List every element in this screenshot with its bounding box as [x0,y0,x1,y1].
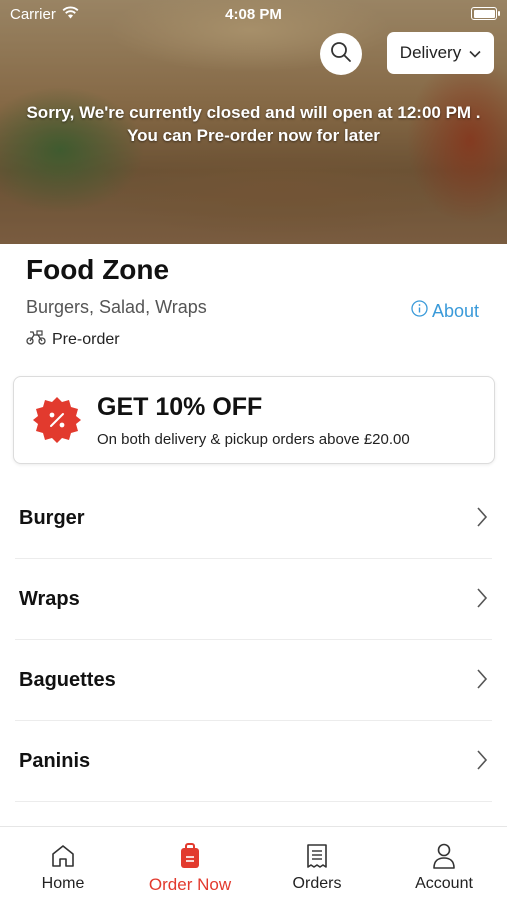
status-bar: Carrier 4:08 PM [0,0,507,28]
category-item-wraps[interactable]: Wraps [15,559,492,640]
about-label: About [432,300,480,321]
category-item-burger[interactable]: Burger [15,478,492,559]
category-item-paninis[interactable]: Paninis [15,721,492,802]
restaurant-name: Food Zone [26,254,170,285]
preorder-info: Pre-order [26,329,120,350]
receipt-icon [305,841,329,871]
offer-card[interactable]: GET 10% OFF On both delivery & pickup or… [13,376,495,464]
hero-banner: Carrier 4:08 PM Delivery Sorry, We're cu… [0,0,507,244]
offer-title: GET 10% OFF [97,393,263,421]
search-icon [330,41,352,68]
user-icon [431,841,457,871]
delivery-dropdown[interactable]: Delivery [387,32,494,74]
chevron-right-icon [476,506,488,533]
chevron-right-icon [476,668,488,695]
scooter-icon [26,329,46,350]
category-label: Baguettes [19,669,116,691]
chevron-right-icon [476,587,488,614]
closed-message-line1: Sorry, We're currently closed and will o… [26,103,481,122]
category-label: Paninis [19,750,91,772]
about-link[interactable]: About [411,300,479,322]
chevron-down-icon [469,43,481,63]
restaurant-cuisines: Burgers, Salad, Wraps [26,297,207,317]
nav-home[interactable]: Home [0,827,126,900]
discount-badge-icon [32,395,82,445]
category-label: Wraps [19,588,80,610]
nav-label: Home [41,875,85,892]
nav-label: Order Now [148,875,232,894]
offer-subtitle: On both delivery & pickup orders above £… [97,431,410,448]
home-icon [50,841,76,871]
battery-icon [471,7,500,20]
category-item-baguettes[interactable]: Baguettes [15,640,492,721]
category-label: Burger [19,507,85,529]
delivery-label: Delivery [399,43,462,62]
bottom-nav: Home Order Now Orders Account [0,826,507,900]
nav-account[interactable]: Account [381,827,507,900]
order-bag-icon [178,841,202,871]
info-icon [411,300,428,322]
preorder-label: Pre-order [52,330,120,348]
app-screen: Carrier 4:08 PM Delivery Sorry, We're cu… [0,0,507,900]
status-time: 4:08 PM [225,6,282,23]
nav-orders[interactable]: Orders [254,827,380,900]
chevron-right-icon [476,749,488,776]
closed-message-line2: You can Pre-order now for later [127,126,380,145]
nav-label: Orders [292,875,342,892]
search-button[interactable] [320,33,362,75]
closed-message: Sorry, We're currently closed and will o… [0,101,507,147]
nav-label: Account [415,875,473,892]
nav-order-now[interactable]: Order Now [127,827,253,900]
category-list: Burger Wraps Baguettes Paninis [0,478,507,802]
